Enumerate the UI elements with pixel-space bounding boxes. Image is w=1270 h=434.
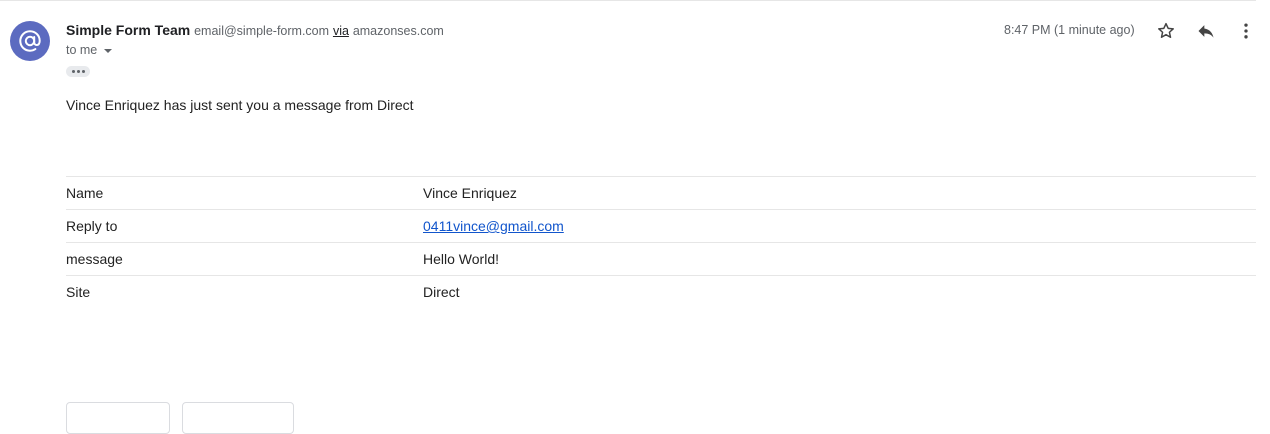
top-divider (0, 0, 1256, 1)
via-domain: amazonses.com (352, 24, 444, 38)
field-label-message: message (66, 251, 123, 267)
ellipsis-icon (71, 70, 75, 73)
field-label-site: Site (66, 284, 91, 300)
sender-email: email@simple-form.com (194, 24, 330, 38)
table-row: Site Direct (66, 275, 1256, 308)
reply-icon (1198, 25, 1214, 38)
at-sign-icon (19, 30, 41, 52)
field-value-message: Hello World! (423, 251, 499, 267)
reply-button[interactable] (1195, 20, 1217, 42)
star-icon (1158, 22, 1174, 38)
show-trimmed-content-button[interactable] (66, 66, 90, 77)
field-label-name: Name (66, 185, 104, 201)
more-options-button[interactable] (1235, 20, 1257, 42)
reply-to-email-link[interactable]: 0411vince@gmail.com (423, 218, 564, 234)
sender-avatar[interactable] (10, 21, 50, 61)
sender-line: Simple Form Team email@simple-form.com v… (66, 22, 444, 38)
form-fields-table: Name Vince Enriquez Reply to 0411vince@g… (66, 176, 1256, 308)
message-intro: Vince Enriquez has just sent you a messa… (66, 97, 414, 113)
recipient-details-toggle[interactable]: to me (66, 43, 113, 57)
reply-action-button[interactable] (66, 402, 170, 434)
caret-down-icon (104, 49, 113, 53)
more-vert-icon (1244, 23, 1248, 39)
forward-action-button[interactable] (182, 402, 294, 434)
ellipsis-icon (76, 70, 80, 73)
message-timestamp: 8:47 PM (1 minute ago) (1004, 23, 1135, 37)
field-value-site: Direct (423, 284, 460, 300)
field-value-name: Vince Enriquez (423, 185, 517, 201)
star-button[interactable] (1155, 20, 1177, 42)
field-label-reply-to: Reply to (66, 218, 118, 234)
via-link[interactable]: via (333, 24, 349, 38)
sender-name[interactable]: Simple Form Team (66, 22, 190, 38)
ellipsis-icon (81, 70, 85, 73)
table-row: Name Vince Enriquez (66, 176, 1256, 209)
recipient-label: to me (66, 43, 98, 57)
table-row: message Hello World! (66, 242, 1256, 275)
table-row: Reply to 0411vince@gmail.com (66, 209, 1256, 242)
